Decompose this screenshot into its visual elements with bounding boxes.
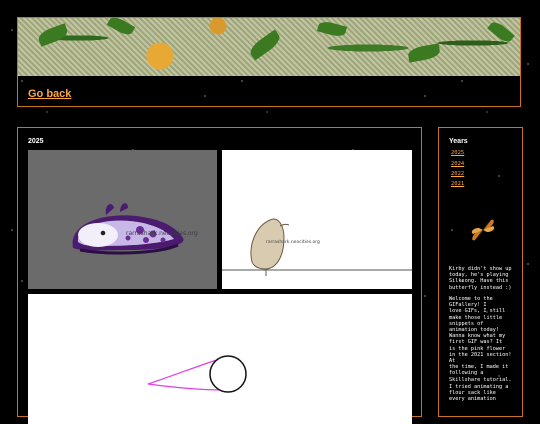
gif-watermark: rarrashark.neocities.org: [126, 230, 198, 237]
sidebar-note-kirby: Kirby didn't show up today, he's playing…: [449, 266, 512, 291]
gif-nudibranch: rarrashark.neocities.org: [28, 150, 217, 289]
banner-image: [18, 14, 520, 76]
years-title: Years: [449, 138, 468, 145]
gallery-panel: 2025 rarrashark.neocities.org rarrashark…: [17, 127, 422, 424]
sidebar-panel: Years 2025 2024 2022 2021 Kirby didn't s…: [438, 127, 523, 417]
year-link-2021[interactable]: 2021: [451, 181, 464, 187]
butterfly-icon: [471, 219, 495, 241]
go-back-link[interactable]: Go back: [28, 88, 71, 100]
year-link-2025[interactable]: 2025: [451, 150, 464, 156]
sidebar-welcome-text: Welcome to the GIFallery! I love GIFs, I…: [449, 296, 512, 383]
header-panel: Go back: [17, 14, 521, 107]
sidebar-flour-text: I tried animating a flour sack like ever…: [449, 384, 509, 403]
gif-watermark: rarrashark.neocities.org: [266, 240, 320, 245]
year-link-2024[interactable]: 2024: [451, 161, 464, 167]
year-link-2022[interactable]: 2022: [451, 171, 464, 177]
year-heading: 2025: [28, 138, 44, 145]
gif-bird: rarrashark.neocities.org: [222, 150, 412, 289]
